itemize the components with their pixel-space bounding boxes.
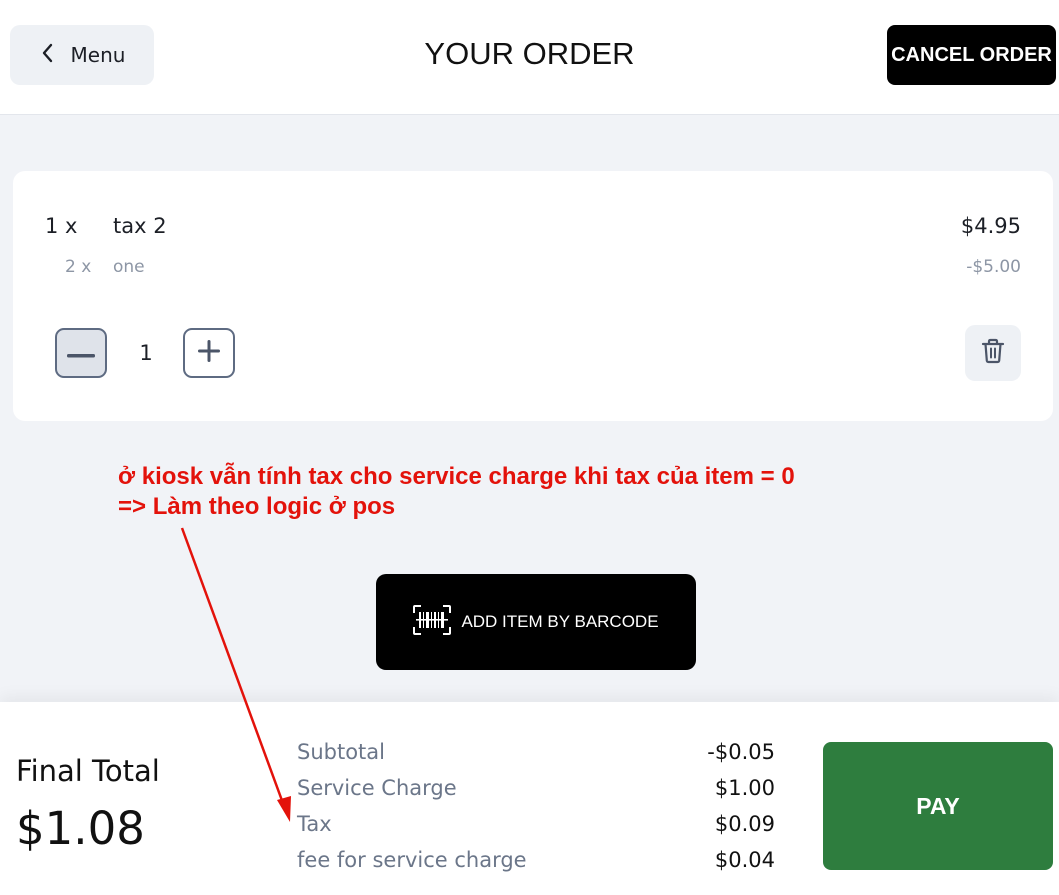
- quantity-value: 1: [139, 341, 153, 365]
- summary-value: $0.04: [714, 848, 775, 872]
- cancel-order-button[interactable]: CANCEL ORDER: [887, 25, 1056, 85]
- decrease-quantity-button[interactable]: [55, 328, 107, 378]
- annotation-note: ở kiosk vẫn tính tax cho service charge …: [118, 462, 795, 522]
- item-price: $4.95: [960, 214, 1021, 238]
- increase-quantity-button[interactable]: [183, 328, 235, 378]
- modifier-price: -$5.00: [966, 257, 1021, 277]
- final-total-label: Final Total: [16, 754, 160, 788]
- modifier-name: one: [113, 257, 145, 277]
- annotation-line-1: ở kiosk vẫn tính tax cho service charge …: [118, 463, 795, 490]
- summary-row-tax: Tax $0.09: [297, 812, 775, 842]
- summary-label: Subtotal: [297, 740, 385, 764]
- summary-row-fee-service-charge: fee for service charge $0.04: [297, 848, 775, 878]
- trash-icon: [981, 338, 1005, 368]
- modifier-quantity: 2 x: [65, 257, 92, 277]
- minus-icon: [67, 344, 95, 363]
- add-item-by-barcode-button[interactable]: ADD ITEM BY BARCODE: [376, 574, 696, 670]
- item-name: tax 2: [113, 214, 167, 238]
- summary-label: Tax: [297, 812, 332, 836]
- order-footer: Final Total $1.08 Subtotal -$0.05 Servic…: [0, 702, 1059, 895]
- barcode-scan-icon: [413, 604, 452, 640]
- item-quantity-text: 1 x: [45, 214, 78, 238]
- order-item-card: 1 x tax 2 $4.95 2 x one -$5.00 1: [13, 171, 1053, 421]
- summary-value: $1.00: [714, 776, 775, 800]
- header: Menu YOUR ORDER CANCEL ORDER: [0, 0, 1059, 115]
- annotation-line-2: => Làm theo logic ở pos: [118, 493, 396, 520]
- summary-row-subtotal: Subtotal -$0.05: [297, 740, 775, 770]
- summary-label: fee for service charge: [297, 848, 527, 872]
- pay-button[interactable]: PAY: [823, 742, 1053, 870]
- summary-value: $0.09: [714, 812, 775, 836]
- summary-value: -$0.05: [707, 740, 775, 764]
- summary-row-service-charge: Service Charge $1.00: [297, 776, 775, 806]
- final-total-amount: $1.08: [16, 802, 145, 855]
- plus-icon: [198, 340, 220, 366]
- delete-item-button[interactable]: [965, 325, 1021, 381]
- summary-label: Service Charge: [297, 776, 457, 800]
- barcode-button-label: ADD ITEM BY BARCODE: [461, 612, 659, 631]
